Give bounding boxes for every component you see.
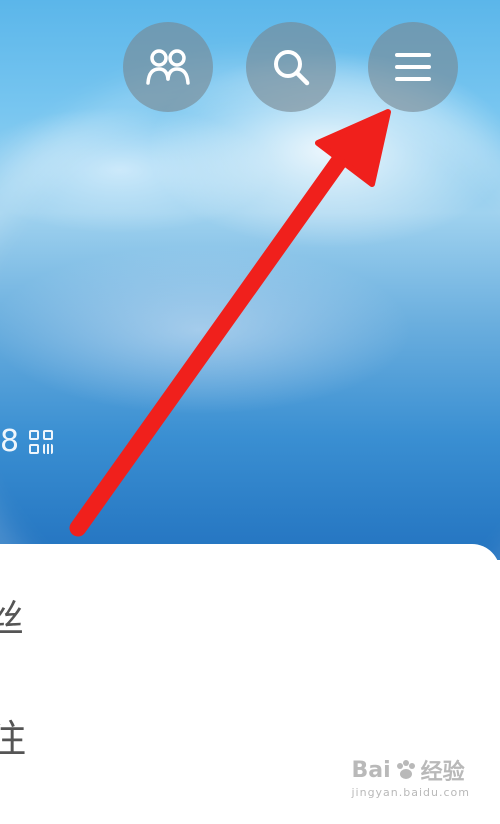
qr-code-icon[interactable] bbox=[29, 429, 54, 454]
profile-id-row: 8 bbox=[0, 424, 54, 459]
menu-icon bbox=[395, 53, 431, 81]
card-text-line-2: 注 bbox=[0, 717, 27, 761]
watermark-url: jingyan.baidu.com bbox=[351, 786, 470, 799]
search-button[interactable] bbox=[246, 22, 336, 112]
profile-id-fragment: 8 bbox=[0, 424, 20, 459]
card-text-line-1: 丝 bbox=[0, 597, 25, 641]
friends-icon bbox=[146, 49, 190, 85]
paw-icon bbox=[396, 760, 415, 779]
friends-button[interactable] bbox=[123, 22, 213, 112]
watermark: Bai 经验 jingyan.baidu.com bbox=[351, 754, 470, 800]
search-icon bbox=[274, 50, 310, 86]
watermark-logo: Bai 经验 bbox=[351, 757, 465, 786]
menu-button[interactable] bbox=[368, 22, 458, 112]
